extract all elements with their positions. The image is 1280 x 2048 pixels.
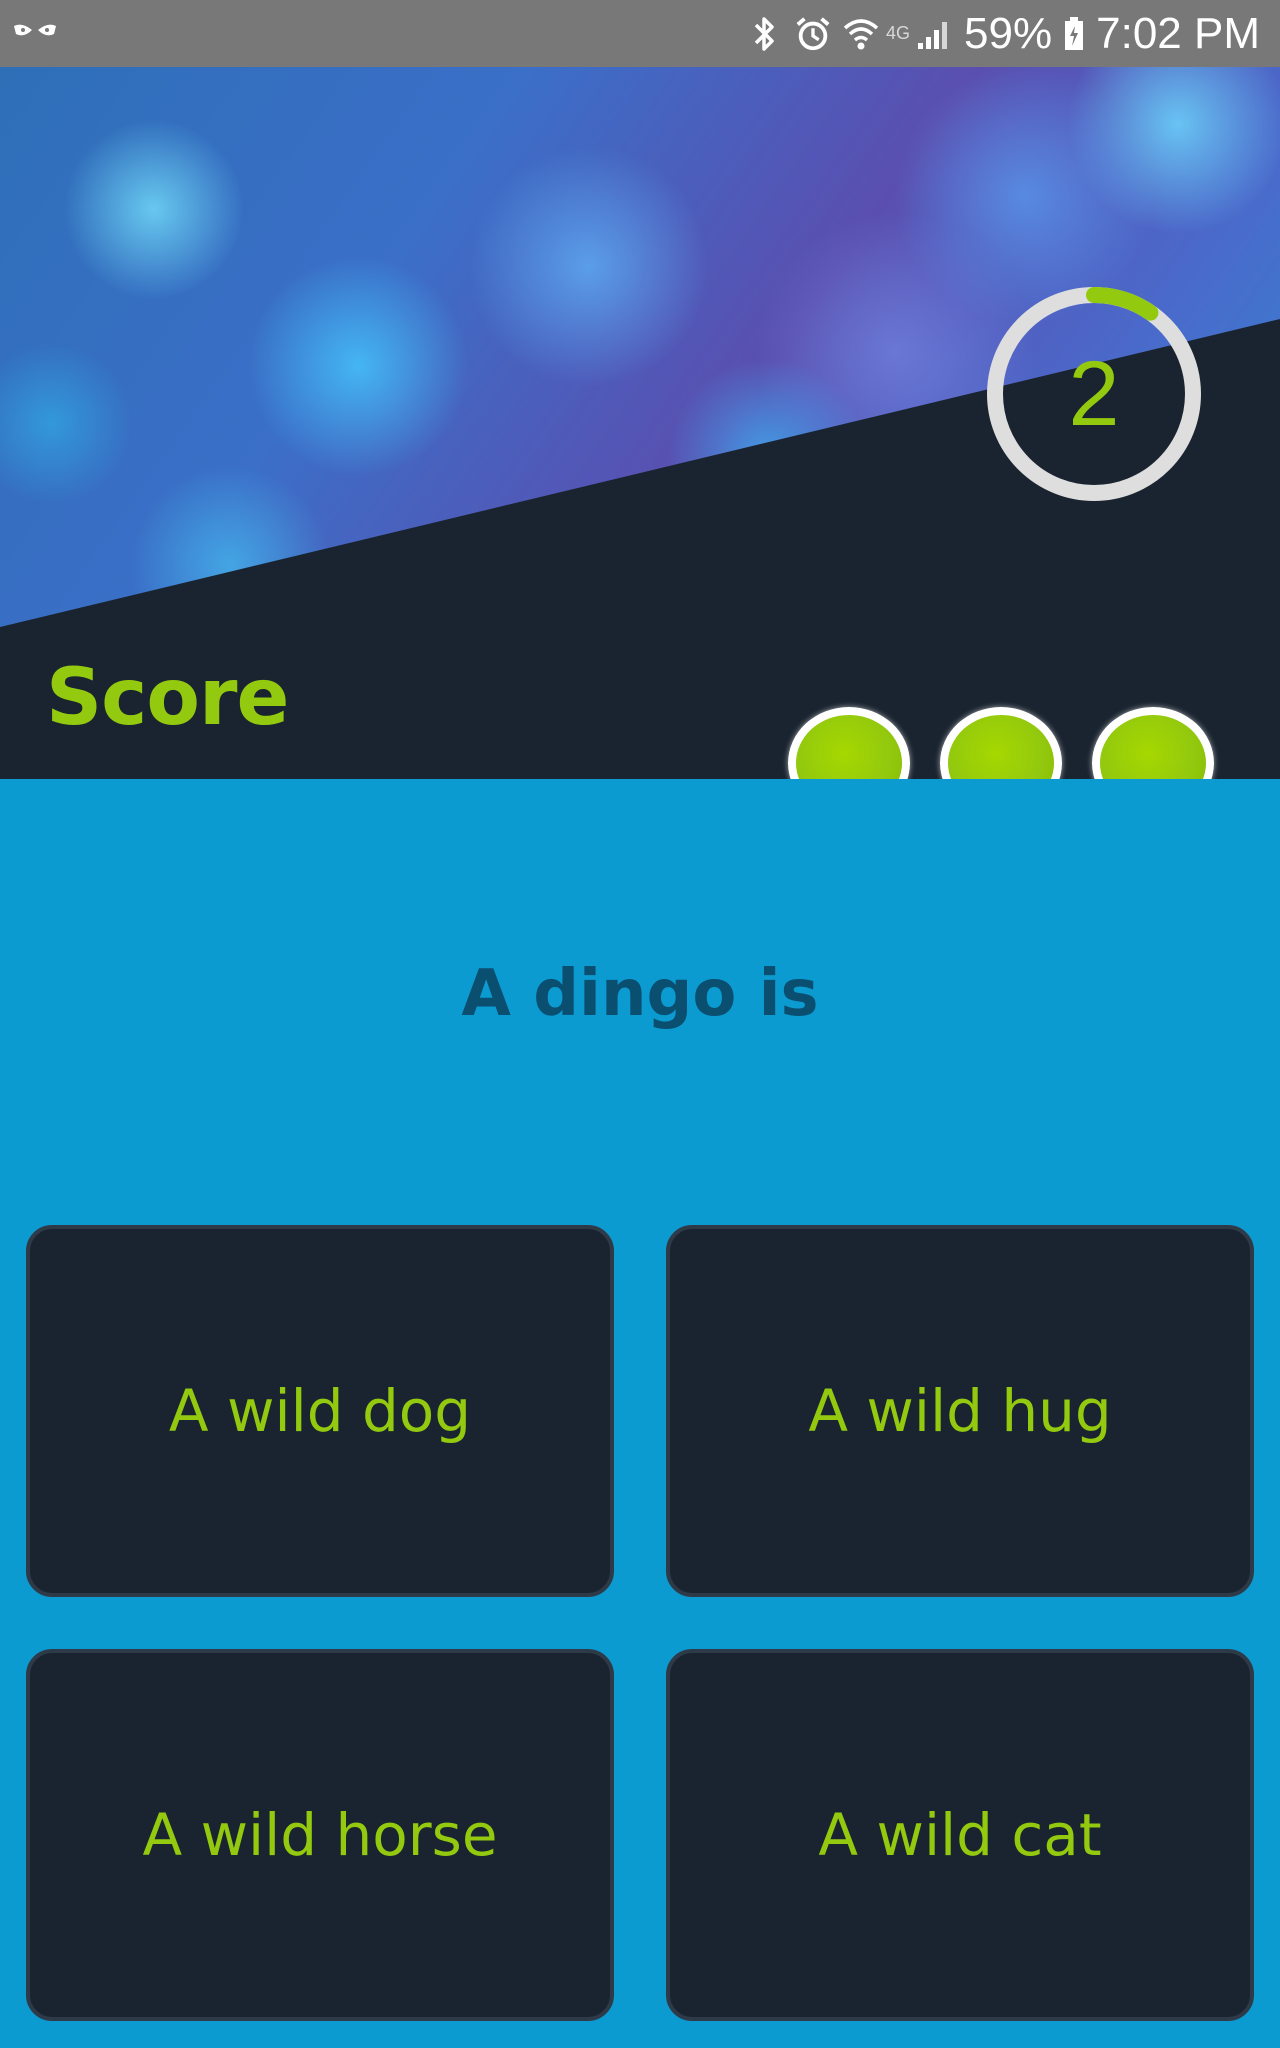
- bluetooth-icon: [746, 14, 784, 54]
- battery-percent: 59%: [964, 8, 1053, 58]
- signal-icon: [916, 14, 954, 54]
- life-indicator: [940, 707, 1062, 779]
- score-label: Score: [46, 653, 289, 743]
- life-indicator: [1092, 707, 1214, 779]
- alarm-icon: [794, 14, 832, 54]
- wifi-icon: [842, 14, 880, 54]
- quiz-header: 2 Score: [0, 67, 1280, 779]
- countdown-timer: 2: [980, 280, 1208, 508]
- status-bar: 4G 59% 7:02 PM: [0, 0, 1280, 67]
- battery-icon: [1062, 14, 1086, 54]
- app-notification-icon: [14, 24, 56, 36]
- life-indicator: [788, 707, 910, 779]
- clock: 7:02 PM: [1096, 8, 1260, 58]
- status-icons: 4G 59% 7:02 PM: [746, 0, 1260, 67]
- answer-button-2[interactable]: A wild hug: [666, 1225, 1254, 1597]
- answer-button-1[interactable]: A wild dog: [26, 1225, 614, 1597]
- question-text: A dingo is: [461, 957, 819, 1031]
- timer-value: 2: [1068, 342, 1120, 445]
- lives-indicator: [788, 707, 1214, 779]
- answer-button-3[interactable]: A wild horse: [26, 1649, 614, 2021]
- network-type: 4G: [886, 23, 911, 43]
- answer-button-4[interactable]: A wild cat: [666, 1649, 1254, 2021]
